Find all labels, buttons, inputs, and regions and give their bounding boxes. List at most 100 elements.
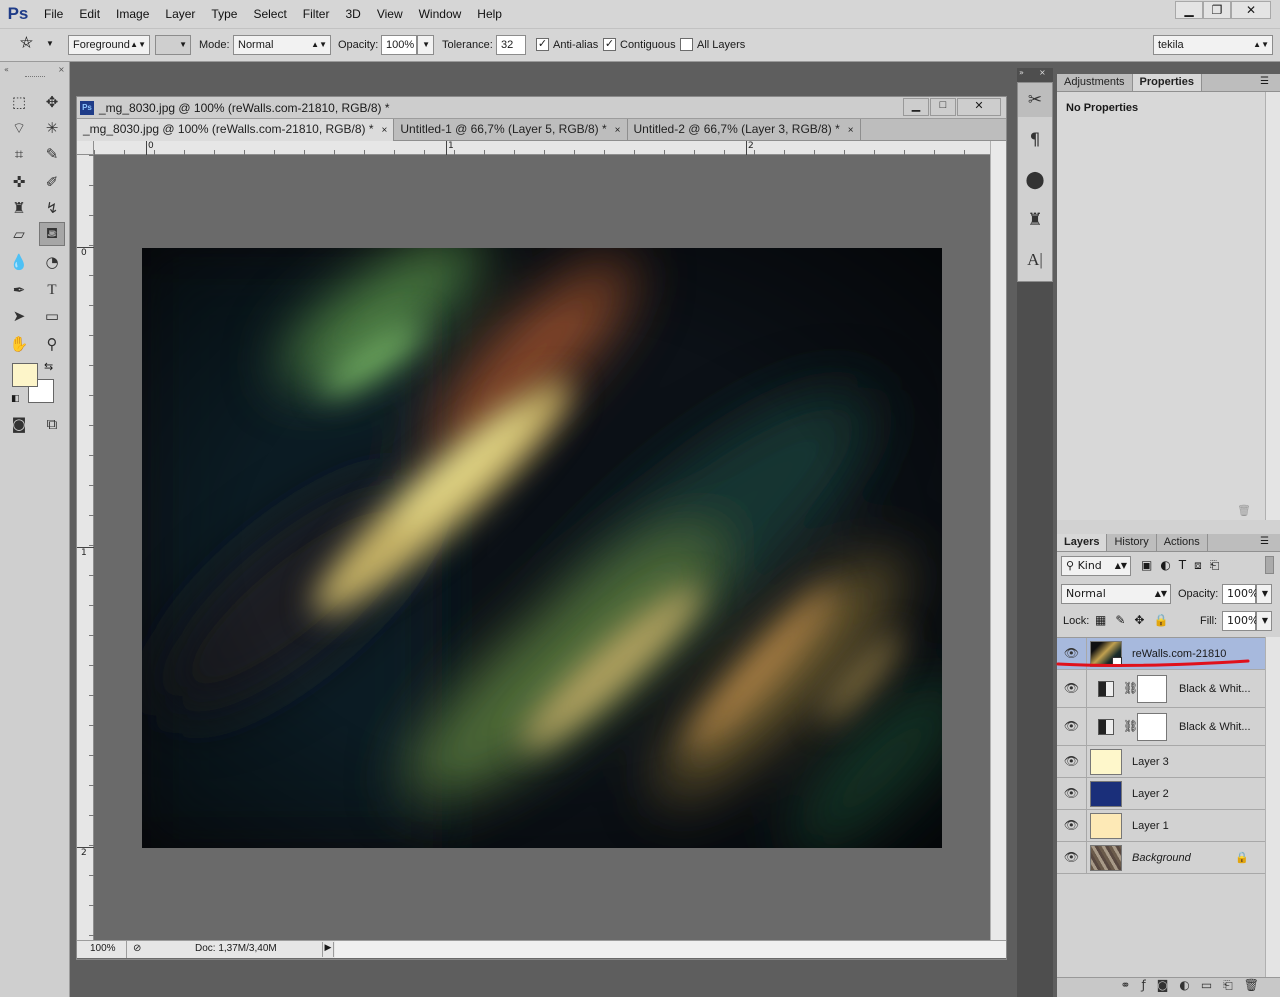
layer-row[interactable]: 👁 Layer 3 bbox=[1057, 746, 1265, 778]
default-colors-icon[interactable]: ◧ bbox=[11, 394, 20, 404]
layer-name[interactable]: Black & Whit... bbox=[1179, 683, 1251, 696]
menu-edit[interactable]: Edit bbox=[71, 7, 108, 21]
crop-tool-icon[interactable]: ⌗ bbox=[6, 142, 32, 166]
visibility-eye-icon[interactable]: 👁 bbox=[1057, 778, 1087, 810]
zoom-level-field[interactable]: 100% bbox=[77, 941, 127, 958]
lasso-tool-icon[interactable]: ⌔ bbox=[6, 116, 32, 140]
menu-filter[interactable]: Filter bbox=[295, 7, 338, 21]
fill-source-select[interactable]: Foreground ▲▼ bbox=[68, 35, 150, 55]
layer-blend-mode-select[interactable]: Normal ▲▼ bbox=[1061, 584, 1171, 604]
menu-view[interactable]: View bbox=[369, 7, 411, 21]
mode-select[interactable]: Normal ▲▼ bbox=[233, 35, 331, 55]
path-selection-tool-icon[interactable]: ➤ bbox=[6, 304, 32, 328]
layer-fill-dropdown[interactable]: ▼ bbox=[1256, 611, 1272, 631]
grip-handle[interactable] bbox=[25, 76, 45, 78]
canvas-image[interactable] bbox=[142, 248, 942, 848]
clone-source-icon[interactable]: ♜ bbox=[1018, 203, 1052, 237]
layer-filter-icons[interactable]: ▣◐T⧈⎗ bbox=[1141, 558, 1227, 573]
doc-close-button[interactable]: ✕ bbox=[957, 98, 1001, 116]
layer-row[interactable]: 👁 ⛓ Black & Whit... bbox=[1057, 708, 1265, 746]
layer-name[interactable]: Black & Whit... bbox=[1179, 721, 1251, 734]
close-icon[interactable]: × bbox=[848, 125, 854, 136]
paint-bucket-tool-preset-icon[interactable]: ⛤ bbox=[20, 35, 33, 53]
type-tool-icon[interactable]: T bbox=[39, 278, 65, 302]
panel-menu-icon[interactable]: ☰ bbox=[1260, 536, 1269, 547]
rectangle-tool-icon[interactable]: ▭ bbox=[39, 304, 65, 328]
layer-filter-kind-select[interactable]: ⚲ Kind ▲▼ bbox=[1061, 556, 1131, 576]
document-title-bar[interactable]: Ps _mg_8030.jpg @ 100% (reWalls.com-2181… bbox=[77, 97, 1006, 119]
vertical-scrollbar[interactable] bbox=[990, 141, 1006, 941]
workspace-select[interactable]: tekila ▲▼ bbox=[1153, 35, 1273, 55]
horizontal-ruler[interactable]: 0 1 2 bbox=[94, 141, 990, 155]
properties-scrollbar[interactable] bbox=[1265, 92, 1280, 520]
opacity-field[interactable]: 100% bbox=[381, 35, 417, 55]
all-layers-checkbox[interactable] bbox=[680, 38, 693, 51]
tab-layers[interactable]: Layers bbox=[1057, 534, 1108, 551]
layer-mask-thumbnail[interactable] bbox=[1137, 713, 1167, 741]
chain-link-icon[interactable]: ⛓ bbox=[1123, 719, 1138, 733]
zoom-tool-icon[interactable]: ⚲ bbox=[39, 332, 65, 356]
status-menu-arrow-icon[interactable]: ▶ bbox=[322, 942, 334, 957]
pen-tool-icon[interactable]: ✒ bbox=[6, 278, 32, 302]
collapse-arrows-icon[interactable]: » bbox=[1019, 68, 1024, 77]
panel-close-icon[interactable]: × bbox=[58, 65, 65, 74]
tab-history[interactable]: History bbox=[1107, 534, 1157, 551]
layer-row[interactable]: 👁 Background 🔒 bbox=[1057, 842, 1265, 874]
opacity-dropdown[interactable]: ▼ bbox=[417, 35, 434, 55]
layer-row[interactable]: 👁 Layer 2 bbox=[1057, 778, 1265, 810]
menu-layer[interactable]: Layer bbox=[157, 7, 203, 21]
layer-row[interactable]: 👁 Layer 1 bbox=[1057, 810, 1265, 842]
layer-row[interactable]: 👁 ⛓ Black & Whit... bbox=[1057, 670, 1265, 708]
app-minimize-button[interactable]: ▁ bbox=[1175, 1, 1203, 19]
layer-name[interactable]: Layer 2 bbox=[1132, 788, 1169, 801]
hand-tool-icon[interactable]: ✋ bbox=[6, 332, 32, 356]
layer-thumbnail[interactable] bbox=[1090, 845, 1122, 871]
layer-thumbnail[interactable] bbox=[1090, 749, 1122, 775]
layers-scrollbar[interactable] bbox=[1265, 637, 1280, 977]
lock-option-icons[interactable]: ▦✎✥🔒 bbox=[1095, 613, 1177, 627]
tab-actions[interactable]: Actions bbox=[1157, 534, 1208, 551]
tab-adjustments[interactable]: Adjustments bbox=[1057, 74, 1133, 91]
color-swatches-icon[interactable]: ⬤ bbox=[1018, 163, 1052, 197]
blur-tool-icon[interactable]: 💧 bbox=[6, 250, 32, 274]
chain-link-icon[interactable]: ⛓ bbox=[1123, 681, 1138, 695]
swap-colors-icon[interactable]: ⇆ bbox=[44, 360, 53, 373]
contiguous-checkbox[interactable]: ✓ bbox=[603, 38, 616, 51]
layer-name[interactable]: Background bbox=[1132, 852, 1191, 865]
status-info-icon[interactable]: ⊘ bbox=[133, 943, 141, 954]
character-icon[interactable]: A| bbox=[1018, 243, 1052, 277]
layer-opacity-field[interactable]: 100% bbox=[1222, 584, 1258, 604]
close-icon[interactable]: × bbox=[615, 125, 621, 136]
layer-fill-field[interactable]: 100% bbox=[1222, 611, 1258, 631]
menu-help[interactable]: Help bbox=[469, 7, 510, 21]
menu-3d[interactable]: 3D bbox=[337, 7, 368, 21]
history-brush-tool-icon[interactable]: ↯ bbox=[39, 196, 65, 220]
ruler-origin[interactable] bbox=[77, 141, 94, 155]
horizontal-scrollbar[interactable] bbox=[335, 941, 1006, 958]
menu-image[interactable]: Image bbox=[108, 7, 157, 21]
visibility-eye-icon[interactable]: 👁 bbox=[1057, 746, 1087, 778]
vertical-ruler[interactable]: 0 1 2 bbox=[77, 155, 94, 941]
tab-properties[interactable]: Properties bbox=[1132, 74, 1202, 91]
antialias-checkbox[interactable]: ✓ bbox=[536, 38, 549, 51]
layer-opacity-dropdown[interactable]: ▼ bbox=[1256, 584, 1272, 604]
quick-mask-icon[interactable]: ◙ bbox=[6, 412, 32, 436]
close-icon[interactable]: × bbox=[382, 125, 388, 136]
layer-thumbnail[interactable] bbox=[1090, 813, 1122, 839]
magic-wand-tool-icon[interactable]: ✳ bbox=[39, 116, 65, 140]
menu-file[interactable]: File bbox=[36, 7, 71, 21]
visibility-eye-icon[interactable]: 👁 bbox=[1057, 670, 1087, 708]
collapse-arrows-icon[interactable]: « bbox=[4, 65, 9, 74]
panel-menu-icon[interactable]: ☰ bbox=[1260, 76, 1269, 87]
layers-footer-icons[interactable]: ⚭ƒ◙◐▭⎗🗑 bbox=[1057, 977, 1280, 997]
layer-mask-thumbnail[interactable] bbox=[1137, 675, 1167, 703]
menu-select[interactable]: Select bbox=[245, 7, 294, 21]
app-close-button[interactable]: ✕ bbox=[1231, 1, 1271, 19]
screen-mode-icon[interactable]: ⧉ bbox=[39, 412, 65, 436]
menu-type[interactable]: Type bbox=[203, 7, 245, 21]
move-tool-icon[interactable]: ✥ bbox=[39, 90, 65, 114]
healing-brush-tool-icon[interactable]: ✜ bbox=[6, 170, 32, 194]
tool-presets-icon[interactable]: ✂ bbox=[1018, 83, 1052, 117]
dodge-tool-icon[interactable]: ◔ bbox=[39, 250, 65, 274]
paragraph-icon[interactable]: ¶ bbox=[1018, 123, 1052, 157]
